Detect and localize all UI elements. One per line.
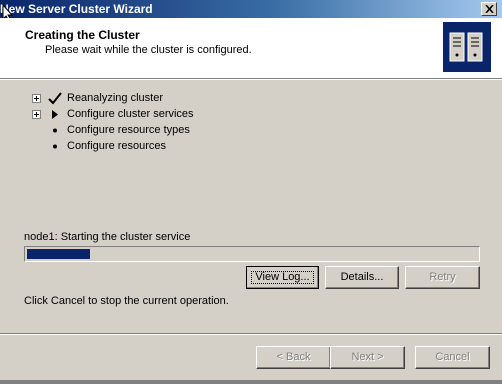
wizard-header: Creating the Cluster Please wait while t… bbox=[0, 18, 502, 79]
next-button: Next > bbox=[330, 346, 405, 369]
check-icon bbox=[48, 92, 62, 105]
page-title: Creating the Cluster bbox=[25, 28, 140, 42]
close-icon bbox=[485, 5, 494, 13]
arrow-icon bbox=[52, 110, 58, 119]
back-button: < Back bbox=[256, 346, 331, 369]
view-log-button[interactable]: View Log... bbox=[246, 266, 319, 289]
title-bar: New Server Cluster Wizard bbox=[0, 0, 502, 18]
status-text: node1: Starting the cluster service bbox=[24, 231, 191, 243]
cancel-button: Cancel bbox=[415, 346, 490, 369]
task-label: Configure cluster services bbox=[67, 108, 194, 120]
retry-button: Retry bbox=[405, 266, 480, 289]
expand-icon[interactable] bbox=[32, 94, 41, 103]
progress-bar bbox=[24, 246, 480, 262]
task-label: Configure resources bbox=[67, 140, 167, 152]
page-subtitle: Please wait while the cluster is configu… bbox=[45, 44, 252, 56]
details-button[interactable]: Details... bbox=[325, 266, 399, 289]
progress-fill bbox=[27, 249, 90, 259]
window-bottom-edge bbox=[0, 380, 502, 384]
close-button[interactable] bbox=[481, 2, 497, 16]
server-cluster-icon bbox=[443, 22, 491, 72]
task-label: Reanalyzing cluster bbox=[67, 92, 163, 104]
footer-divider-highlight bbox=[0, 334, 502, 335]
window-title: New Server Cluster Wizard bbox=[0, 2, 153, 16]
expand-icon[interactable] bbox=[32, 110, 41, 119]
bullet-icon bbox=[53, 144, 57, 149]
bullet-icon bbox=[53, 128, 57, 133]
task-label: Configure resource types bbox=[67, 124, 190, 136]
header-divider bbox=[0, 79, 502, 80]
cancel-hint-text: Click Cancel to stop the current operati… bbox=[24, 295, 229, 307]
